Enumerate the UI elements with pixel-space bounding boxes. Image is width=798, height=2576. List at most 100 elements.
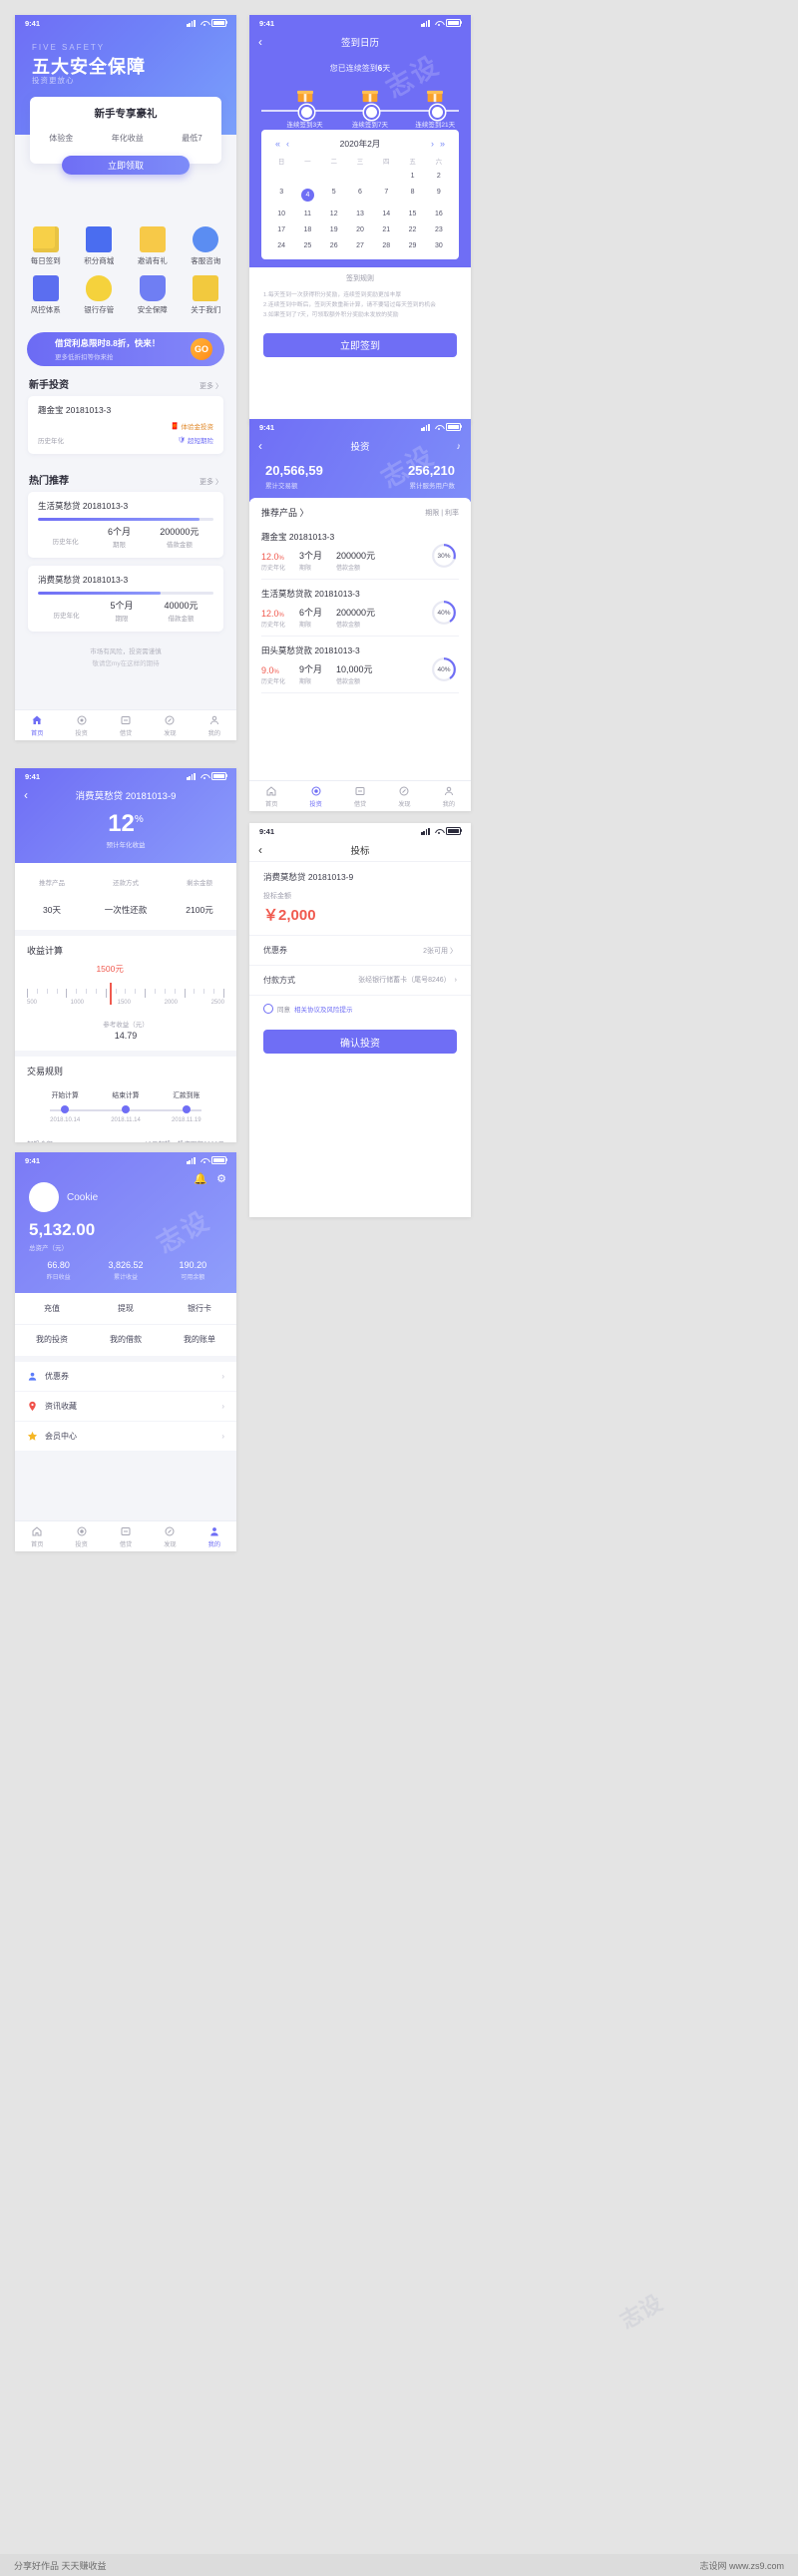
calendar-day[interactable]: 29 <box>399 240 425 251</box>
tab-invest[interactable]: 投资 <box>59 1521 103 1551</box>
calendar-day[interactable]: 11 <box>294 209 320 219</box>
calendar-day[interactable] <box>373 171 399 182</box>
menu-item-membership[interactable]: 会员中心 › <box>15 1422 236 1452</box>
back-icon[interactable]: ‹ <box>258 36 262 48</box>
invest-product-row[interactable]: 生活莫愁贷款 20181013-3 12.0% 历史年化 6个月 期限 200000… <box>261 580 459 637</box>
loan-promo-banner[interactable]: 借贷利息限时8.8折，快来！ 更多低折扣等你来抢 GO <box>27 332 224 366</box>
tab-mine[interactable]: 我的 <box>193 710 236 740</box>
calendar-day[interactable]: 20 <box>347 224 373 235</box>
tab-loan[interactable]: 借贷 <box>104 1521 148 1551</box>
calendar-day-selected[interactable]: 4 <box>294 187 320 204</box>
calendar-day[interactable]: 2 <box>426 171 452 182</box>
menu-item-coupon[interactable]: 优惠券 › <box>15 1362 236 1392</box>
payment-row[interactable]: 付款方式 张经银行储蓄卡（尾号8246） › <box>249 966 471 996</box>
next-year-button[interactable]: » <box>437 139 448 149</box>
back-icon[interactable]: ‹ <box>258 440 262 452</box>
list-filters[interactable]: 期限 | 利率 <box>425 508 459 518</box>
calendar-day[interactable]: 15 <box>399 209 425 219</box>
calendar-day[interactable]: 14 <box>373 209 399 219</box>
tab-loan[interactable]: 借贷 <box>104 710 148 740</box>
calendar-day[interactable]: 16 <box>426 209 452 219</box>
claim-button[interactable]: 立即领取 <box>62 156 190 175</box>
novice-product-card[interactable]: 趣金宝 20181013-3 🧧 体验金投资 历史年化 🛡 超短期险 <box>28 396 223 454</box>
action-my-loan[interactable]: 我的借款 <box>89 1334 163 1345</box>
calendar-day[interactable]: 12 <box>321 209 347 219</box>
calendar-day[interactable]: 30 <box>426 240 452 251</box>
banner-go-button[interactable]: GO <box>191 338 212 360</box>
calendar-day[interactable] <box>268 171 294 182</box>
calendar-day[interactable]: 5 <box>321 187 347 204</box>
calendar-day[interactable]: 10 <box>268 209 294 219</box>
menu-item-collection[interactable]: 资讯收藏 › <box>15 1392 236 1422</box>
filter-rate[interactable]: 利率 <box>445 510 459 517</box>
tab-invest[interactable]: 投资 <box>59 710 103 740</box>
calendar-day[interactable]: 17 <box>268 224 294 235</box>
agreement-row[interactable]: 同意 相关协议及风险提示 <box>249 996 471 1022</box>
invest-product-row[interactable]: 田头莫愁贷款 20181013-3 9.0% 历史年化 9个月 期限 10,000元… <box>261 637 459 693</box>
calendar-day[interactable]: 9 <box>426 187 452 204</box>
calendar-day[interactable] <box>321 171 347 182</box>
hot-product-card-2[interactable]: 消费莫愁贷 20181013-3 历史年化 5个月 期限 40000元 借款金额 <box>28 566 223 632</box>
calendar-day[interactable]: 18 <box>294 224 320 235</box>
prev-year-button[interactable]: « <box>272 139 283 149</box>
action-my-bill[interactable]: 我的账单 <box>163 1334 236 1345</box>
calendar-day[interactable]: 27 <box>347 240 373 251</box>
calendar-day[interactable] <box>347 171 373 182</box>
calendar-day[interactable]: 8 <box>399 187 425 204</box>
grid-item-service[interactable]: 客服咨询 <box>180 226 233 266</box>
calendar-day[interactable]: 21 <box>373 224 399 235</box>
invest-product-row[interactable]: 趣金宝 20181013-3 12.0% 历史年化 3个月 期限 200000元 借款… <box>261 523 459 580</box>
more-link[interactable]: 更多 〉 <box>200 477 222 487</box>
back-icon[interactable]: ‹ <box>258 844 262 856</box>
amount-slider[interactable]: 1500元 500 1000 1500 2000 2500 <box>27 964 224 1015</box>
tab-mine[interactable]: 我的 <box>427 781 471 811</box>
calendar-day[interactable]: 7 <box>373 187 399 204</box>
grid-item-risk[interactable]: 风控体系 <box>19 275 73 315</box>
action-recharge[interactable]: 充值 <box>15 1303 89 1314</box>
grid-item-about[interactable]: 关于我们 <box>180 275 233 315</box>
calendar-day[interactable]: 19 <box>321 224 347 235</box>
confirm-invest-button[interactable]: 确认投资 <box>263 1030 457 1054</box>
calendar-day[interactable]: 22 <box>399 224 425 235</box>
calendar-day[interactable] <box>294 171 320 182</box>
calendar-day[interactable]: 25 <box>294 240 320 251</box>
agreement-checkbox[interactable] <box>263 1004 273 1014</box>
gear-icon[interactable]: ⚙ <box>216 1172 226 1185</box>
tab-home[interactable]: 首页 <box>249 781 293 811</box>
grid-item-checkin[interactable]: 每日签到 <box>19 226 73 266</box>
tab-discover[interactable]: 发现 <box>148 710 192 740</box>
prev-month-button[interactable]: ‹ <box>283 139 292 149</box>
tab-mine[interactable]: 我的 <box>193 1521 236 1551</box>
tab-discover[interactable]: 发现 <box>382 781 426 811</box>
calendar-day[interactable]: 28 <box>373 240 399 251</box>
calendar-day[interactable]: 23 <box>426 224 452 235</box>
coupon-row[interactable]: 优惠券 2张可用 〉 <box>249 935 471 966</box>
calendar-day[interactable]: 26 <box>321 240 347 251</box>
calendar-day[interactable]: 1 <box>399 171 425 182</box>
calendar-day[interactable]: 24 <box>268 240 294 251</box>
tab-home[interactable]: 首页 <box>15 710 59 740</box>
action-withdraw[interactable]: 提现 <box>89 1303 163 1314</box>
action-bankcard[interactable]: 银行卡 <box>163 1303 236 1314</box>
calendar-day[interactable]: 13 <box>347 209 373 219</box>
bell-icon[interactable]: 🔔 <box>194 1172 207 1185</box>
agreement-link[interactable]: 相关协议及风险提示 <box>294 1004 353 1014</box>
calendar-day[interactable]: 6 <box>347 187 373 204</box>
hot-product-card-1[interactable]: 生活莫愁贷 20181013-3 历史年化 6个月 期限 200000元 借款金额 <box>28 492 223 558</box>
more-link[interactable]: 更多 〉 <box>200 381 222 391</box>
checkin-button[interactable]: 立即签到 <box>263 332 457 357</box>
grid-item-points-mall[interactable]: 积分商城 <box>73 226 127 266</box>
calendar-day[interactable]: 3 <box>268 187 294 204</box>
next-month-button[interactable]: › <box>428 139 437 149</box>
action-my-invest[interactable]: 我的投资 <box>15 1334 89 1345</box>
grid-item-shield[interactable]: 安全保障 <box>126 275 180 315</box>
tab-discover[interactable]: 发现 <box>148 1521 192 1551</box>
back-icon[interactable]: ‹ <box>24 789 28 801</box>
tab-home[interactable]: 首页 <box>15 1521 59 1551</box>
tab-invest[interactable]: 投资 <box>293 781 337 811</box>
tab-loan[interactable]: 借贷 <box>338 781 382 811</box>
grid-item-bank[interactable]: 银行存管 <box>73 275 127 315</box>
filter-term[interactable]: 期限 <box>425 510 439 517</box>
grid-item-invite[interactable]: 邀请有礼 <box>126 226 180 266</box>
avatar[interactable] <box>29 1182 59 1212</box>
